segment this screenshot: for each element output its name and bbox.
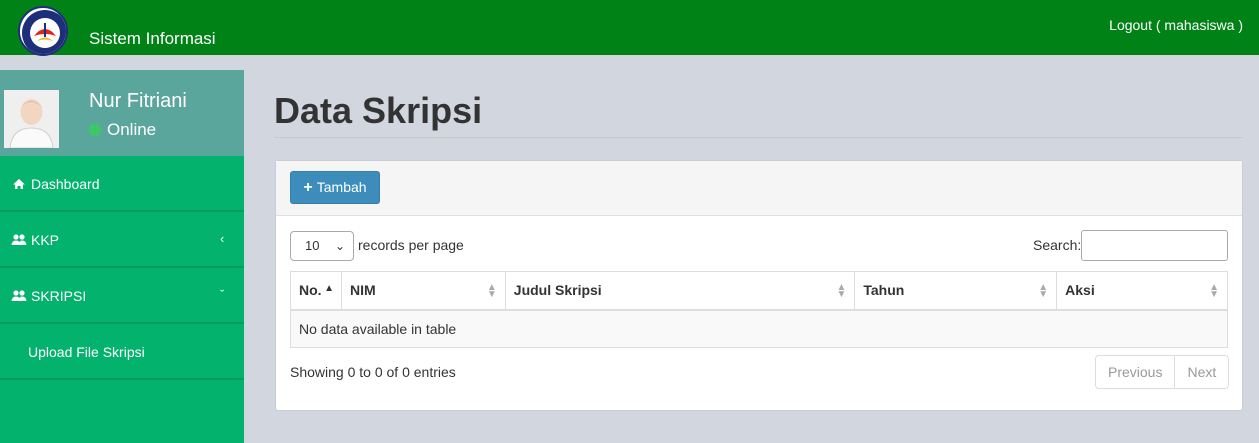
chevron-down-icon: ⌄ xyxy=(334,239,345,253)
add-button[interactable]: + Tambah xyxy=(290,171,380,204)
user-name: Nur Fitriani xyxy=(89,90,187,112)
data-table: No. ▲ NIM ▲ ▼ Judul Skripsi ▲ ▼ Tahun ▲ ▼ Aksi ▲… xyxy=(290,271,1228,348)
plus-icon: + xyxy=(303,178,313,196)
content-box: + Tambah 10 ⌄ records per page Search: No… xyxy=(275,160,1243,411)
logout-link[interactable]: Logout ( mahasiswa ) xyxy=(1109,17,1243,33)
records-per-page-value: 10 xyxy=(305,238,320,253)
sidebar-item-dashboard[interactable]: Dashboard xyxy=(0,156,244,212)
sidebar-item-label: SKRIPSI xyxy=(31,288,87,304)
chevron-left-icon: ‹ xyxy=(220,231,225,246)
avatar xyxy=(4,90,59,148)
user-status: Online xyxy=(89,120,156,140)
users-icon xyxy=(11,234,27,245)
column-header-label: Tahun xyxy=(863,282,905,299)
records-per-page-select[interactable]: 10 ⌄ xyxy=(290,231,354,261)
column-header-aksi[interactable]: Aksi ▲ ▼ xyxy=(1056,271,1228,311)
pagination: Previous Next xyxy=(1095,355,1230,389)
online-status-icon xyxy=(89,124,101,136)
user-status-label: Online xyxy=(107,120,157,139)
search-label: Search: xyxy=(1033,237,1082,253)
sort-icon: ▲ ▼ xyxy=(1209,282,1219,300)
sort-icon: ▲ ▼ xyxy=(836,282,847,300)
empty-table-message: No data available in table xyxy=(290,309,1228,348)
chevron-down-icon: ˇ xyxy=(220,287,225,302)
university-logo[interactable] xyxy=(18,6,68,56)
box-header: + Tambah xyxy=(276,161,1242,216)
column-header-label: Aksi xyxy=(1065,282,1095,299)
sidebar-item-kkp[interactable]: KKP ‹ xyxy=(0,212,244,268)
app-brand[interactable]: Sistem Informasi xyxy=(89,29,216,49)
column-header-no[interactable]: No. ▲ xyxy=(290,271,342,311)
add-button-label: Tambah xyxy=(316,178,367,195)
column-header-label: No. xyxy=(299,282,322,299)
sidebar-subitem-upload-file-skripsi[interactable]: Upload File Skripsi xyxy=(0,324,244,380)
sort-asc-icon: ▲ xyxy=(324,283,334,294)
page-title: Data Skripsi xyxy=(274,90,483,131)
sidebar: Nur Fitriani Online Dashboard KKP ‹ SKRI… xyxy=(0,70,244,443)
users-icon xyxy=(11,290,27,301)
table-row: No data available in table xyxy=(290,309,1228,348)
table-info: Showing 0 to 0 of 0 entries xyxy=(290,364,456,380)
title-divider xyxy=(274,137,1243,138)
sidebar-item-skripsi[interactable]: SKRIPSI ˇ xyxy=(0,268,244,324)
sidebar-subitem-label: Upload File Skripsi xyxy=(28,344,145,360)
home-icon xyxy=(13,179,25,189)
user-panel: Nur Fitriani Online xyxy=(0,70,244,156)
previous-button[interactable]: Previous xyxy=(1096,356,1174,388)
sort-icon: ▲ ▼ xyxy=(1038,282,1049,300)
column-header-nim[interactable]: NIM ▲ ▼ xyxy=(340,271,506,311)
sidebar-item-label: Dashboard xyxy=(31,176,100,192)
column-header-judul-skripsi[interactable]: Judul Skripsi ▲ ▼ xyxy=(504,271,856,311)
next-button[interactable]: Next xyxy=(1174,356,1228,388)
column-header-tahun[interactable]: Tahun ▲ ▼ xyxy=(854,271,1058,311)
column-header-label: Judul Skripsi xyxy=(513,282,602,299)
column-header-label: NIM xyxy=(349,282,376,299)
top-navbar: Sistem Informasi Logout ( mahasiswa ) xyxy=(0,0,1259,56)
records-per-page-label: records per page xyxy=(358,237,464,253)
sort-icon: ▲ ▼ xyxy=(486,282,497,300)
sidebar-item-label: KKP xyxy=(31,232,60,248)
search-input[interactable] xyxy=(1081,230,1228,261)
